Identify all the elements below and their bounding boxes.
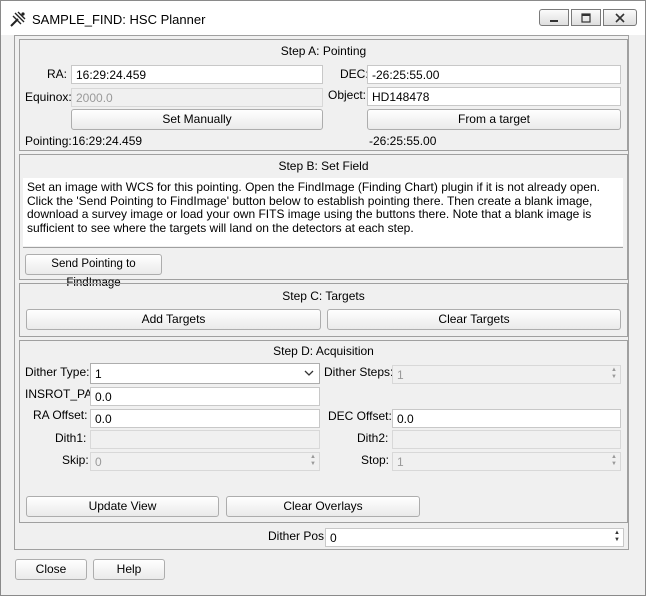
planner-window: SAMPLE_FIND: HSC Planner Step A: Pointin… <box>0 0 646 596</box>
spinner-arrows-icon[interactable]: ▲ ▼ <box>309 454 317 469</box>
ra-input[interactable]: 16:29:24.459 <box>71 65 323 84</box>
step-c-title: Step C: Targets <box>282 289 365 303</box>
dither-type-select[interactable]: 1 <box>90 363 320 384</box>
dither-steps-value: 1 <box>397 368 404 382</box>
skip-label: Skip: <box>62 453 89 467</box>
object-input[interactable]: HD148478 <box>367 87 621 106</box>
close-button[interactable]: Close <box>15 559 87 580</box>
equinox-input[interactable]: 2000.0 <box>71 88 323 107</box>
minimize-icon <box>540 10 568 25</box>
add-targets-button[interactable]: Add Targets <box>26 309 321 330</box>
help-button[interactable]: Help <box>93 559 165 580</box>
maximize-icon <box>572 10 600 25</box>
from-target-button[interactable]: From a target <box>367 109 621 130</box>
app-logo-icon <box>10 11 26 27</box>
step-a-title: Step A: Pointing <box>280 44 367 58</box>
skip-value: 0 <box>95 455 102 469</box>
dith1-label: Dith1: <box>55 431 87 445</box>
ra-offset-input[interactable]: 0.0 <box>90 409 320 428</box>
skip-spinner[interactable]: 0 ▲ ▼ <box>90 452 320 471</box>
dither-type-value: 1 <box>95 367 102 381</box>
step-b-title: Step B: Set Field <box>278 159 369 173</box>
dith2-label: Dith2: <box>357 431 389 445</box>
dith1-input[interactable] <box>90 430 320 449</box>
pointing-label: Pointing: <box>25 134 72 148</box>
send-pointing-button[interactable]: Send Pointing to FindImage <box>25 254 162 289</box>
spinner-arrows-icon[interactable]: ▲ ▼ <box>610 367 618 382</box>
dither-pos-spinner[interactable]: 0 ▲ ▼ <box>325 528 624 547</box>
dither-type-label: Dither Type: <box>25 365 90 379</box>
spinner-arrows-icon[interactable]: ▲ ▼ <box>610 454 618 469</box>
chevron-down-icon <box>304 370 314 376</box>
step-d-title: Step D: Acquisition <box>273 344 374 358</box>
step-b-divider <box>23 247 623 248</box>
equinox-label: Equinox: <box>25 90 72 104</box>
maximize-button[interactable] <box>571 9 601 26</box>
close-icon <box>604 10 636 25</box>
dither-pos-label: Dither Pos: <box>268 529 328 543</box>
clear-targets-button[interactable]: Clear Targets <box>327 309 621 330</box>
close-window-button[interactable] <box>603 9 637 26</box>
set-manually-button[interactable]: Set Manually <box>71 109 323 130</box>
stop-spinner[interactable]: 1 ▲ ▼ <box>392 452 621 471</box>
pointing-ra-value: 16:29:24.459 <box>72 134 143 148</box>
spinner-arrows-icon[interactable]: ▲ ▼ <box>613 530 621 545</box>
step-b-instructions: Set an image with WCS for this pointing.… <box>23 178 623 246</box>
dec-input[interactable]: -26:25:55.00 <box>367 65 621 84</box>
minimize-button[interactable] <box>539 9 569 26</box>
insrot-pa-input[interactable]: 0.0 <box>90 387 320 406</box>
dec-label: DEC: <box>340 67 369 81</box>
ra-label: RA: <box>47 67 68 81</box>
update-view-button[interactable]: Update View <box>26 496 219 517</box>
dec-offset-label: DEC Offset: <box>328 409 392 423</box>
clear-overlays-button[interactable]: Clear Overlays <box>226 496 420 517</box>
insrot-pa-label: INSROT_PA: <box>25 387 96 401</box>
dec-offset-input[interactable]: 0.0 <box>392 409 621 428</box>
title-bar[interactable]: SAMPLE_FIND: HSC Planner <box>1 1 645 35</box>
window-title: SAMPLE_FIND: HSC Planner <box>32 12 206 27</box>
pointing-dec-value: -26:25:55.00 <box>369 134 437 148</box>
stop-value: 1 <box>397 455 404 469</box>
stop-label: Stop: <box>361 453 390 467</box>
dither-steps-label: Dither Steps: <box>324 365 394 379</box>
dith2-input[interactable] <box>392 430 621 449</box>
dither-steps-spinner[interactable]: 1 ▲ ▼ <box>392 365 621 384</box>
object-label: Object: <box>328 88 367 102</box>
dither-pos-value: 0 <box>330 531 337 545</box>
ra-offset-label: RA Offset: <box>33 408 88 422</box>
